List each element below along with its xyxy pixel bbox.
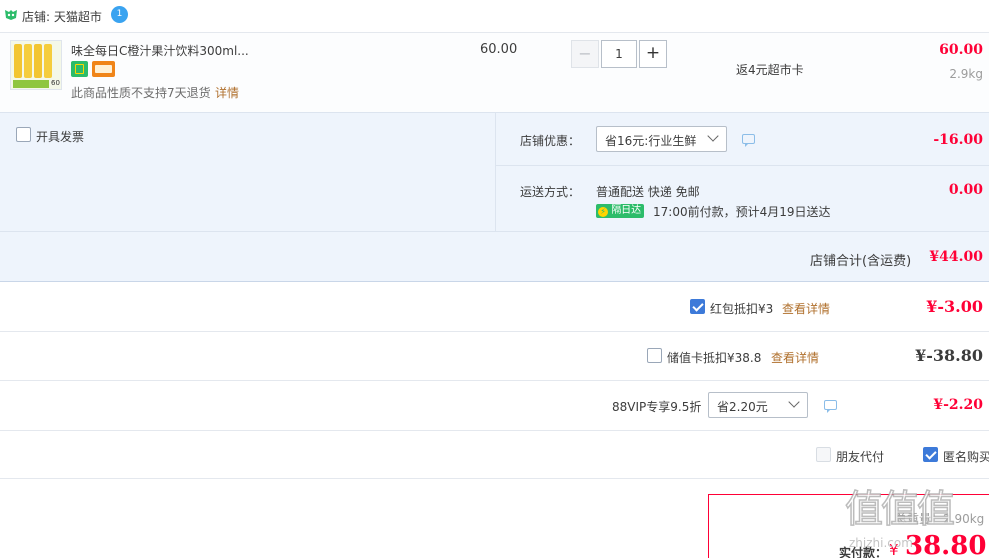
panel-divider-horizontal bbox=[495, 165, 989, 166]
invoice-label[interactable]: 开具发票 bbox=[36, 128, 84, 145]
red-packet-checkbox[interactable] bbox=[690, 299, 705, 314]
friend-pay-checkbox[interactable] bbox=[816, 447, 831, 462]
tmall-shop-icon bbox=[5, 10, 17, 20]
panel-divider-vertical bbox=[495, 113, 496, 231]
return-policy: 此商品性质不支持7天退货 bbox=[71, 86, 211, 100]
shop-name[interactable]: 店铺: 天猫超市 bbox=[22, 8, 102, 25]
stored-card-checkbox[interactable] bbox=[647, 348, 662, 363]
red-packet-row: 红包抵扣¥3 查看详情 ¥-3.00 bbox=[0, 282, 989, 332]
stored-card-detail-link[interactable]: 查看详情 bbox=[771, 349, 819, 366]
shop-discount-select[interactable]: 省16元:行业生鲜 bbox=[596, 126, 727, 152]
item-title[interactable]: 味全每日C橙汁果汁饮料300ml... bbox=[71, 42, 249, 59]
decrease-button[interactable]: − bbox=[571, 40, 599, 68]
panel-divider-total bbox=[0, 231, 989, 232]
service-icon-2[interactable] bbox=[92, 61, 115, 77]
order-summary-box: 总重量：2.90kg 实付款： ¥ 38.80 bbox=[708, 494, 989, 558]
vip-discount-value: 省2.20元 bbox=[717, 400, 768, 414]
unit-price: 60.00 bbox=[480, 42, 518, 57]
rebate-promo: 返4元超市卡 bbox=[736, 63, 804, 77]
stored-card-label: 储值卡抵扣¥38.8 bbox=[667, 351, 762, 365]
vip-amount: ¥-2.20 bbox=[933, 397, 983, 413]
item-row: 60 味全每日C橙汁果汁饮料300ml... 此商品性质不支持7天退货 详情 6… bbox=[0, 32, 989, 112]
shipping-method: 普通配送 快递 免邮 bbox=[596, 185, 700, 199]
total-weight: 总重量：2.90kg bbox=[895, 512, 985, 526]
vip-label: 88VIP专享9.5折 bbox=[612, 400, 702, 414]
invoice-checkbox[interactable] bbox=[16, 127, 31, 142]
shipping-amount: 0.00 bbox=[948, 182, 983, 198]
next-day-tag-label: 隔日达 bbox=[611, 205, 642, 216]
quantity-input[interactable]: 1 bbox=[601, 40, 637, 68]
shop-discount-label: 店铺优惠： bbox=[520, 134, 581, 148]
shop-discount-value: 省16元:行业生鲜 bbox=[605, 134, 697, 148]
return-detail-link[interactable]: 详情 bbox=[215, 84, 239, 101]
chevron-down-icon bbox=[707, 130, 719, 142]
payment-options-row: 朋友代付 匿名购买 bbox=[0, 431, 989, 479]
lightning-icon: ⚡ bbox=[598, 207, 608, 217]
red-packet-label: 红包抵扣¥3 bbox=[710, 302, 774, 316]
shop-options-panel: 开具发票 店铺优惠： 省16元:行业生鲜 -16.00 运送方式： 普通配送 快… bbox=[0, 112, 989, 282]
red-packet-amount: ¥-3.00 bbox=[926, 297, 983, 316]
anonymous-checkbox[interactable] bbox=[923, 447, 938, 462]
shop-total-amount: ¥44.00 bbox=[929, 249, 983, 265]
delivery-eta: 17:00前付款，预计4月19日送达 bbox=[653, 205, 831, 219]
stored-card-row: 储值卡抵扣¥38.8 查看详情 ¥-38.80 bbox=[0, 332, 989, 381]
thumbnail-caption: 60 bbox=[51, 79, 60, 87]
pay-label: 实付款： bbox=[839, 546, 888, 558]
anonymous-label: 匿名购买 bbox=[943, 450, 989, 464]
shop-header: 店铺: 天猫超市 1 bbox=[0, 0, 989, 32]
vip-row: 88VIP专享9.5折 省2.20元 ¥-2.20 bbox=[0, 381, 989, 431]
red-packet-detail-link[interactable]: 查看详情 bbox=[782, 300, 830, 317]
pay-amount: 38.80 bbox=[905, 531, 987, 558]
shop-total-label: 店铺合计(含运费) bbox=[810, 254, 912, 269]
next-day-tag: ⚡ 隔日达 bbox=[596, 204, 645, 218]
message-icon[interactable] bbox=[742, 134, 755, 147]
friend-pay-label: 朋友代付 bbox=[836, 450, 885, 464]
service-icon-1[interactable] bbox=[71, 61, 88, 77]
chevron-down-icon bbox=[788, 396, 800, 408]
shipping-label: 运送方式： bbox=[520, 185, 581, 199]
message-icon[interactable] bbox=[824, 400, 837, 413]
shop-discount-amount: -16.00 bbox=[933, 132, 983, 148]
stored-card-amount: ¥-38.80 bbox=[915, 346, 983, 365]
item-weight: 2.9kg bbox=[949, 67, 983, 81]
vip-discount-select[interactable]: 省2.20元 bbox=[708, 392, 808, 418]
product-thumbnail[interactable]: 60 bbox=[10, 40, 62, 90]
wangwang-icon[interactable]: 1 bbox=[111, 6, 128, 23]
quantity-stepper: − 1 + bbox=[571, 40, 667, 68]
item-total: 60.00 bbox=[939, 42, 983, 58]
increase-button[interactable]: + bbox=[639, 40, 667, 68]
wangwang-badge: 1 bbox=[116, 9, 123, 19]
pay-currency: ¥ bbox=[889, 541, 899, 558]
